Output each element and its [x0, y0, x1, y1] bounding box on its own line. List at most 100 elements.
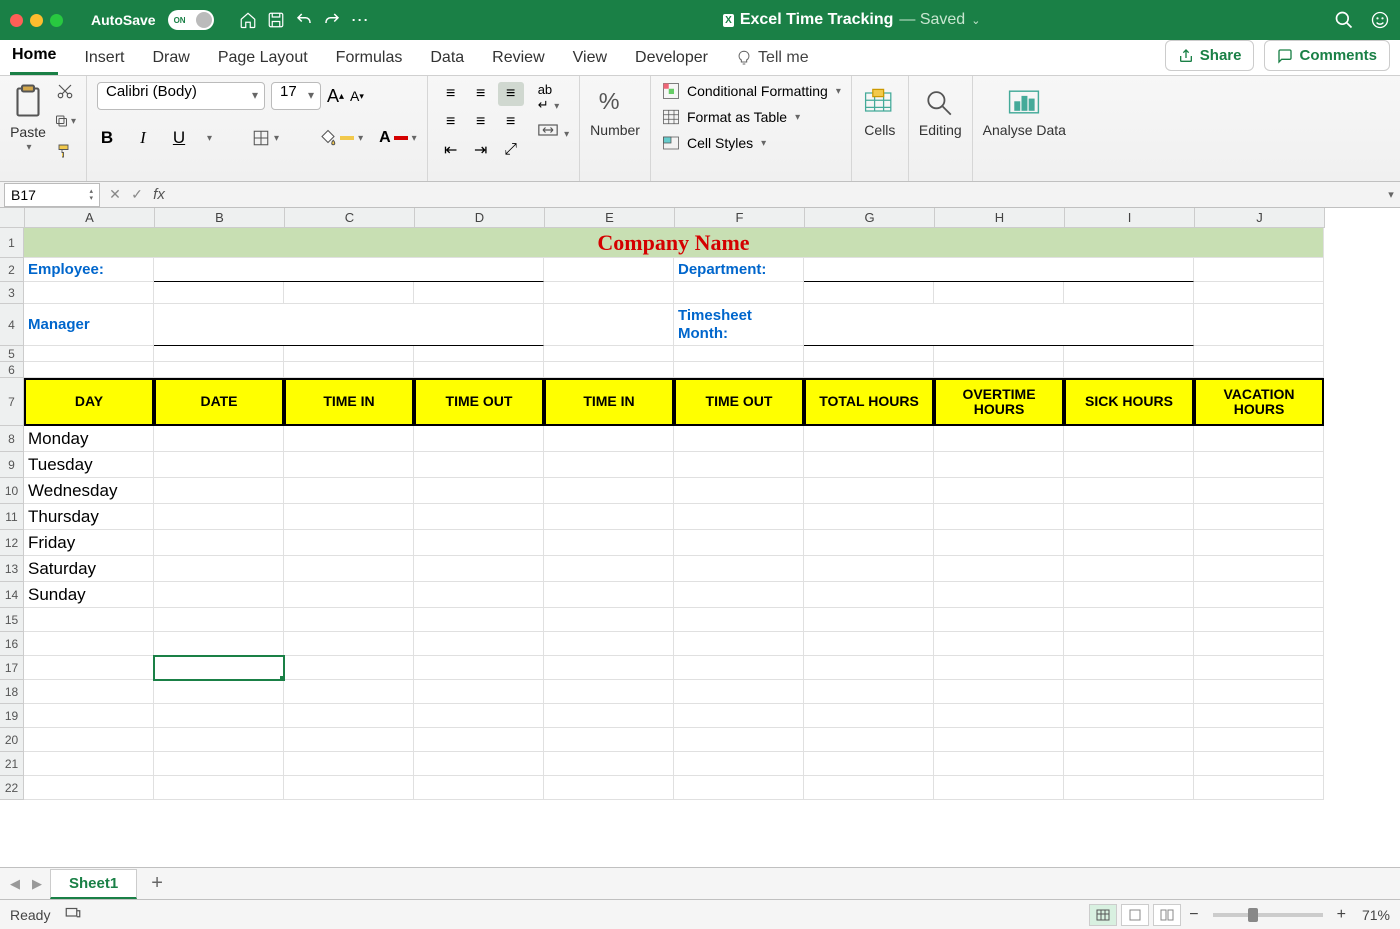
timesheet-header[interactable]: DATE	[154, 378, 284, 426]
cell[interactable]	[674, 608, 804, 632]
cell[interactable]	[154, 776, 284, 800]
row-header[interactable]: 15	[0, 608, 24, 632]
row-header[interactable]: 20	[0, 728, 24, 752]
cell[interactable]	[804, 258, 1194, 282]
cell[interactable]	[804, 728, 934, 752]
sheet-nav-prev[interactable]: ◀	[6, 876, 24, 892]
decrease-font-icon[interactable]: A▾	[350, 88, 364, 104]
tab-home[interactable]: Home	[10, 40, 58, 75]
cell[interactable]	[1194, 608, 1324, 632]
cell[interactable]	[1064, 282, 1194, 304]
cell[interactable]	[154, 346, 284, 362]
cell[interactable]	[804, 656, 934, 680]
cell[interactable]	[284, 608, 414, 632]
accessibility-icon[interactable]	[64, 904, 82, 925]
col-header-J[interactable]: J	[1195, 208, 1325, 228]
cancel-icon[interactable]: ✕	[104, 186, 126, 203]
cell[interactable]	[804, 452, 934, 478]
expand-formula-icon[interactable]: ▾	[1382, 188, 1400, 201]
cell[interactable]	[1064, 632, 1194, 656]
cell[interactable]	[1064, 346, 1194, 362]
cell[interactable]	[284, 632, 414, 656]
add-sheet-button[interactable]: +	[141, 872, 173, 895]
cell[interactable]	[934, 656, 1064, 680]
cell[interactable]	[674, 530, 804, 556]
cell[interactable]	[284, 728, 414, 752]
cell[interactable]	[284, 346, 414, 362]
cell[interactable]	[804, 556, 934, 582]
editing-button[interactable]: Editing	[919, 82, 962, 138]
col-header-I[interactable]: I	[1065, 208, 1195, 228]
name-box[interactable]: B17 ▴▾	[4, 183, 100, 207]
cell[interactable]	[24, 680, 154, 704]
minimize-button[interactable]	[30, 14, 43, 27]
cell[interactable]	[674, 728, 804, 752]
cell[interactable]	[154, 608, 284, 632]
cell[interactable]	[154, 504, 284, 530]
cell[interactable]	[414, 282, 544, 304]
cell[interactable]: Tuesday	[24, 452, 154, 478]
row-header[interactable]: 16	[0, 632, 24, 656]
cell[interactable]	[24, 282, 154, 304]
align-mid-center[interactable]: ≡	[468, 110, 494, 134]
cell[interactable]	[1064, 776, 1194, 800]
col-header-F[interactable]: F	[675, 208, 805, 228]
cell[interactable]	[154, 304, 544, 346]
row-header[interactable]: 22	[0, 776, 24, 800]
tab-review[interactable]: Review	[490, 43, 546, 75]
cell[interactable]	[284, 582, 414, 608]
row-header[interactable]: 5	[0, 346, 24, 362]
cell-styles-button[interactable]: Cell Styles▾	[661, 134, 841, 152]
cell[interactable]	[934, 346, 1064, 362]
cell[interactable]	[674, 452, 804, 478]
cell[interactable]	[284, 776, 414, 800]
cell[interactable]	[414, 556, 544, 582]
tab-insert[interactable]: Insert	[82, 43, 126, 75]
align-mid-right[interactable]: ≡	[498, 110, 524, 134]
cell[interactable]	[544, 452, 674, 478]
comments-button[interactable]: Comments	[1264, 40, 1390, 71]
redo-icon[interactable]	[322, 10, 342, 30]
cell[interactable]	[674, 776, 804, 800]
cell[interactable]	[154, 632, 284, 656]
font-name-select[interactable]: Calibri (Body)	[97, 82, 265, 110]
cell[interactable]	[1064, 680, 1194, 704]
cell[interactable]	[1194, 680, 1324, 704]
align-top-right[interactable]: ≡	[498, 82, 524, 106]
cell[interactable]	[544, 504, 674, 530]
tab-page-layout[interactable]: Page Layout	[216, 43, 310, 75]
cell[interactable]	[544, 728, 674, 752]
cell[interactable]	[154, 680, 284, 704]
col-header-B[interactable]: B	[155, 208, 285, 228]
cell[interactable]	[804, 346, 934, 362]
cell[interactable]	[24, 704, 154, 728]
cell[interactable]	[24, 776, 154, 800]
cell[interactable]	[544, 530, 674, 556]
cell[interactable]	[1064, 478, 1194, 504]
align-mid-left[interactable]: ≡	[438, 110, 464, 134]
cell[interactable]	[1064, 608, 1194, 632]
cell[interactable]	[154, 258, 544, 282]
cell[interactable]	[1194, 656, 1324, 680]
cell[interactable]	[544, 704, 674, 728]
cell[interactable]	[1194, 258, 1324, 282]
cell[interactable]	[1194, 632, 1324, 656]
cell[interactable]	[934, 632, 1064, 656]
selected-cell[interactable]	[154, 656, 284, 680]
cell[interactable]	[1194, 362, 1324, 378]
cell[interactable]	[674, 582, 804, 608]
cell[interactable]	[284, 452, 414, 478]
enter-icon[interactable]: ✓	[126, 186, 148, 203]
zoom-in[interactable]: +	[1333, 906, 1350, 924]
cell[interactable]	[674, 478, 804, 504]
tab-data[interactable]: Data	[428, 43, 466, 75]
cell[interactable]	[414, 362, 544, 378]
cell[interactable]	[24, 346, 154, 362]
cell[interactable]	[544, 752, 674, 776]
cell[interactable]	[1194, 704, 1324, 728]
cell[interactable]	[804, 530, 934, 556]
cell[interactable]	[414, 752, 544, 776]
cell[interactable]	[674, 426, 804, 452]
cell[interactable]	[804, 362, 934, 378]
paste-button[interactable]: Paste ▾	[10, 82, 46, 153]
